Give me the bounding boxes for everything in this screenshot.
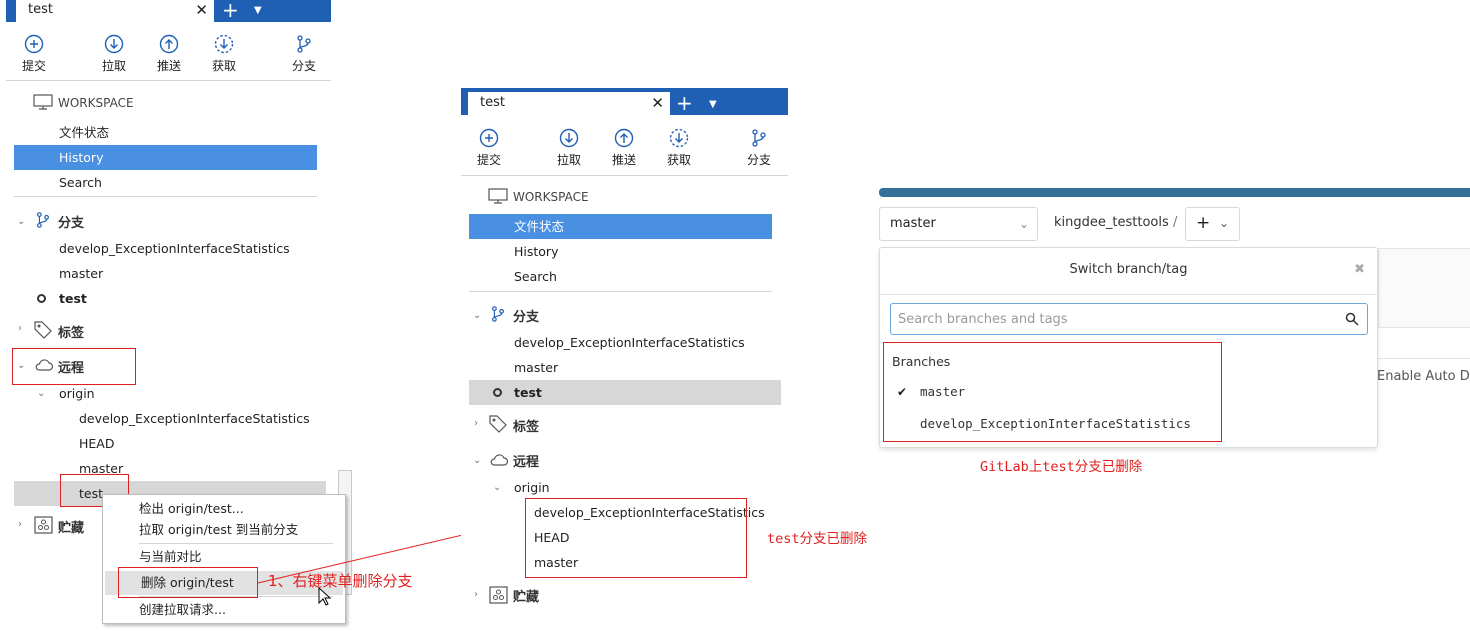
sidebar-item-file-status[interactable]: 文件状态 — [469, 214, 772, 239]
push-button[interactable]: 推送 — [602, 128, 646, 168]
arrow-down-circle-icon — [559, 128, 579, 148]
tag-icon — [489, 415, 507, 433]
branch-select-value: master — [890, 216, 936, 231]
close-icon[interactable]: ✖ — [1354, 262, 1365, 277]
highlight-box-remote-branches — [525, 498, 747, 578]
current-branch-dot-icon — [493, 388, 502, 397]
branch-label: 分支 — [746, 153, 771, 167]
branch-select[interactable]: master ⌄ — [879, 207, 1038, 241]
chevron-down-icon[interactable]: ⌄ — [493, 482, 501, 493]
plus-icon: + — [1196, 213, 1211, 233]
dropdown-title: Switch branch/tag — [1069, 262, 1188, 277]
sidebar-item-search[interactable]: Search — [469, 264, 772, 289]
new-tab-icon[interactable]: + — [676, 93, 693, 113]
stash-icon — [489, 586, 508, 604]
branch-button[interactable]: 分支 — [737, 128, 781, 168]
branch-icon — [752, 129, 766, 147]
annotation-deleted-gitlab: GitLab上test分支已删除 — [980, 459, 1143, 475]
highlight-box-gitlab-branches — [883, 342, 1222, 442]
repo-tab[interactable]: test ✕ — [468, 92, 670, 115]
branches-section[interactable]: 分支 — [513, 306, 539, 325]
close-icon[interactable]: ✕ — [651, 92, 664, 114]
gitlab-top-bar — [879, 188, 1470, 197]
tab-title: test — [480, 95, 505, 110]
add-dropdown-button[interactable]: + ⌄ — [1185, 207, 1240, 241]
project-breadcrumb[interactable]: kingdee_testtools — [1054, 215, 1169, 230]
stash-section[interactable]: 贮藏 — [513, 586, 539, 605]
pull-button[interactable]: 拉取 — [547, 128, 591, 168]
toolbar-divider — [461, 175, 788, 176]
commit-label: 提交 — [476, 153, 501, 167]
chevron-down-icon: ⌄ — [1219, 216, 1230, 230]
chevron-down-icon[interactable]: ▼ — [709, 99, 717, 110]
remote-origin[interactable]: origin — [514, 475, 550, 500]
fetch-label: 获取 — [666, 153, 691, 167]
commit-button[interactable]: 提交 — [467, 128, 511, 168]
branch-item[interactable]: develop_ExceptionInterfaceStatistics — [514, 330, 745, 355]
search-placeholder: Search branches and tags — [898, 312, 1068, 327]
chevron-right-icon[interactable]: › — [474, 589, 478, 600]
pull-label: 拉取 — [556, 153, 581, 167]
plus-circle-icon — [479, 128, 499, 148]
sidebar-item-history[interactable]: History — [469, 239, 772, 264]
cloud-icon — [490, 454, 509, 466]
chevron-down-icon: ⌄ — [1018, 217, 1029, 231]
workspace-divider — [469, 291, 772, 292]
branch-item[interactable]: master — [514, 355, 558, 380]
chevron-right-icon[interactable]: › — [474, 418, 478, 429]
search-icon — [1345, 312, 1359, 326]
tags-section[interactable]: 标签 — [513, 416, 539, 435]
dropdown-divider — [880, 294, 1377, 295]
enable-auto-devops-text[interactable]: Enable Auto De — [1377, 369, 1470, 384]
chevron-down-icon[interactable]: ⌄ — [473, 455, 481, 466]
remote-section[interactable]: 远程 — [513, 451, 539, 470]
fetch-button[interactable]: 获取 — [657, 128, 701, 168]
content-divider — [1378, 358, 1470, 359]
content-area — [1378, 248, 1470, 328]
arrow-up-circle-icon — [614, 128, 634, 148]
branch-item-current[interactable]: test — [469, 380, 781, 405]
push-label: 推送 — [611, 153, 636, 167]
branch-search-input[interactable]: Search branches and tags — [890, 303, 1368, 335]
workspace-header: WORKSPACE — [513, 190, 589, 204]
chevron-down-icon[interactable]: ⌄ — [473, 310, 481, 321]
breadcrumb-separator: / — [1173, 215, 1178, 230]
branch-icon — [492, 306, 504, 322]
monitor-icon — [488, 188, 508, 204]
fetch-icon — [669, 128, 689, 148]
annotation-deleted-local: test分支已删除 — [767, 531, 868, 547]
